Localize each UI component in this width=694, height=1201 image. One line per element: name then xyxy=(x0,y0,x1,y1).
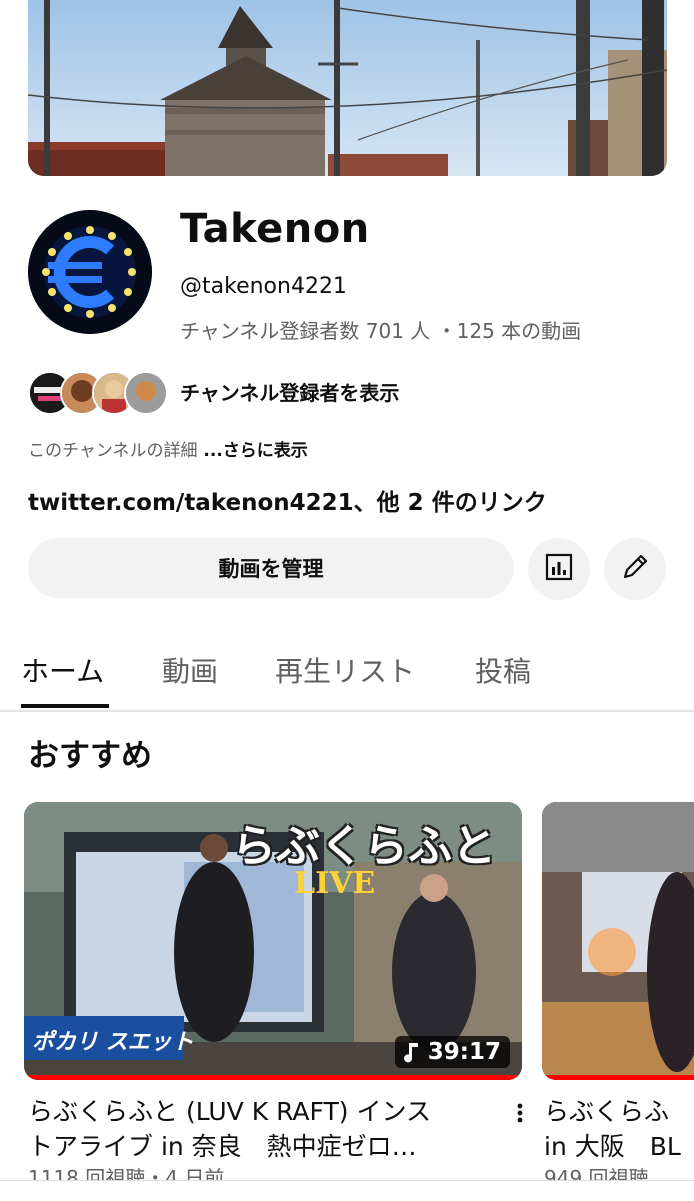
analytics-button[interactable] xyxy=(528,538,590,600)
bottom-navigation-bar xyxy=(0,1180,694,1201)
video-title[interactable]: らぶくらふと (LUV K RAFT) インス トアライブ in 奈良 熱中症ゼ… xyxy=(28,1094,431,1164)
pencil-icon xyxy=(620,552,650,586)
channel-avatar[interactable] xyxy=(28,210,152,334)
tab-videos[interactable]: 動画 xyxy=(162,650,218,690)
video-title-line: トアライブ in 奈良 熱中症ゼロ… xyxy=(28,1132,417,1161)
channel-handle: @takenon4221 xyxy=(180,274,347,299)
channel-banner xyxy=(28,0,667,176)
active-tab-indicator xyxy=(21,704,109,708)
more-options-icon[interactable] xyxy=(512,1100,528,1130)
watch-progress-bar xyxy=(542,1075,694,1080)
edit-channel-button[interactable] xyxy=(604,538,666,600)
video-thumbnail[interactable]: らぶくらふと LIVE ポカリ スエット 39:17 xyxy=(24,802,522,1080)
video-thumbnail[interactable] xyxy=(542,802,694,1080)
thumbnail-live-text: LIVE xyxy=(294,866,376,901)
video-title-line: らぶくらふ xyxy=(544,1097,670,1126)
bar-chart-icon xyxy=(544,552,574,586)
video-title-line: in 大阪 BL xyxy=(544,1132,681,1161)
view-subscribers-row[interactable]: チャンネル登録者を表示 xyxy=(28,368,400,415)
view-subscribers-label: チャンネル登録者を表示 xyxy=(180,380,400,405)
thumbnail-title-text: らぶくらふと xyxy=(232,821,496,872)
section-title: おすすめ xyxy=(28,738,152,774)
subscriber-avatar xyxy=(124,371,168,415)
subscriber-avatars xyxy=(28,369,168,415)
tab-posts[interactable]: 投稿 xyxy=(475,650,531,690)
music-note-icon xyxy=(403,1041,420,1063)
channel-name: Takenon xyxy=(180,206,370,252)
video-duration: 39:17 xyxy=(427,1039,501,1065)
channel-links[interactable]: twitter.com/takenon4221、他 2 件のリンク xyxy=(28,483,547,517)
details-text: このチャンネルの詳細 xyxy=(28,441,198,461)
watch-progress-bar xyxy=(24,1075,522,1080)
thumbnail-sponsor-text: ポカリ スエット xyxy=(32,1030,194,1055)
tab-playlists[interactable]: 再生リスト xyxy=(275,650,415,690)
channel-stats: チャンネル登録者数 701 人 ・125 本の動画 xyxy=(180,319,582,343)
video-title[interactable]: らぶくらふ in 大阪 BL xyxy=(544,1094,694,1164)
video-title-line: らぶくらふと (LUV K RAFT) インス xyxy=(28,1097,431,1126)
channel-tabs: ホーム 動画 再生リスト 投稿 xyxy=(0,636,694,712)
manage-videos-label: 動画を管理 xyxy=(218,557,324,581)
video-duration-badge: 39:17 xyxy=(394,1036,510,1068)
tab-home[interactable]: ホーム xyxy=(21,650,104,690)
details-more-link[interactable]: ...さらに表示 xyxy=(198,441,307,461)
manage-videos-button[interactable]: 動画を管理 xyxy=(28,538,514,598)
channel-details[interactable]: このチャンネルの詳細 ...さらに表示 xyxy=(28,436,308,461)
